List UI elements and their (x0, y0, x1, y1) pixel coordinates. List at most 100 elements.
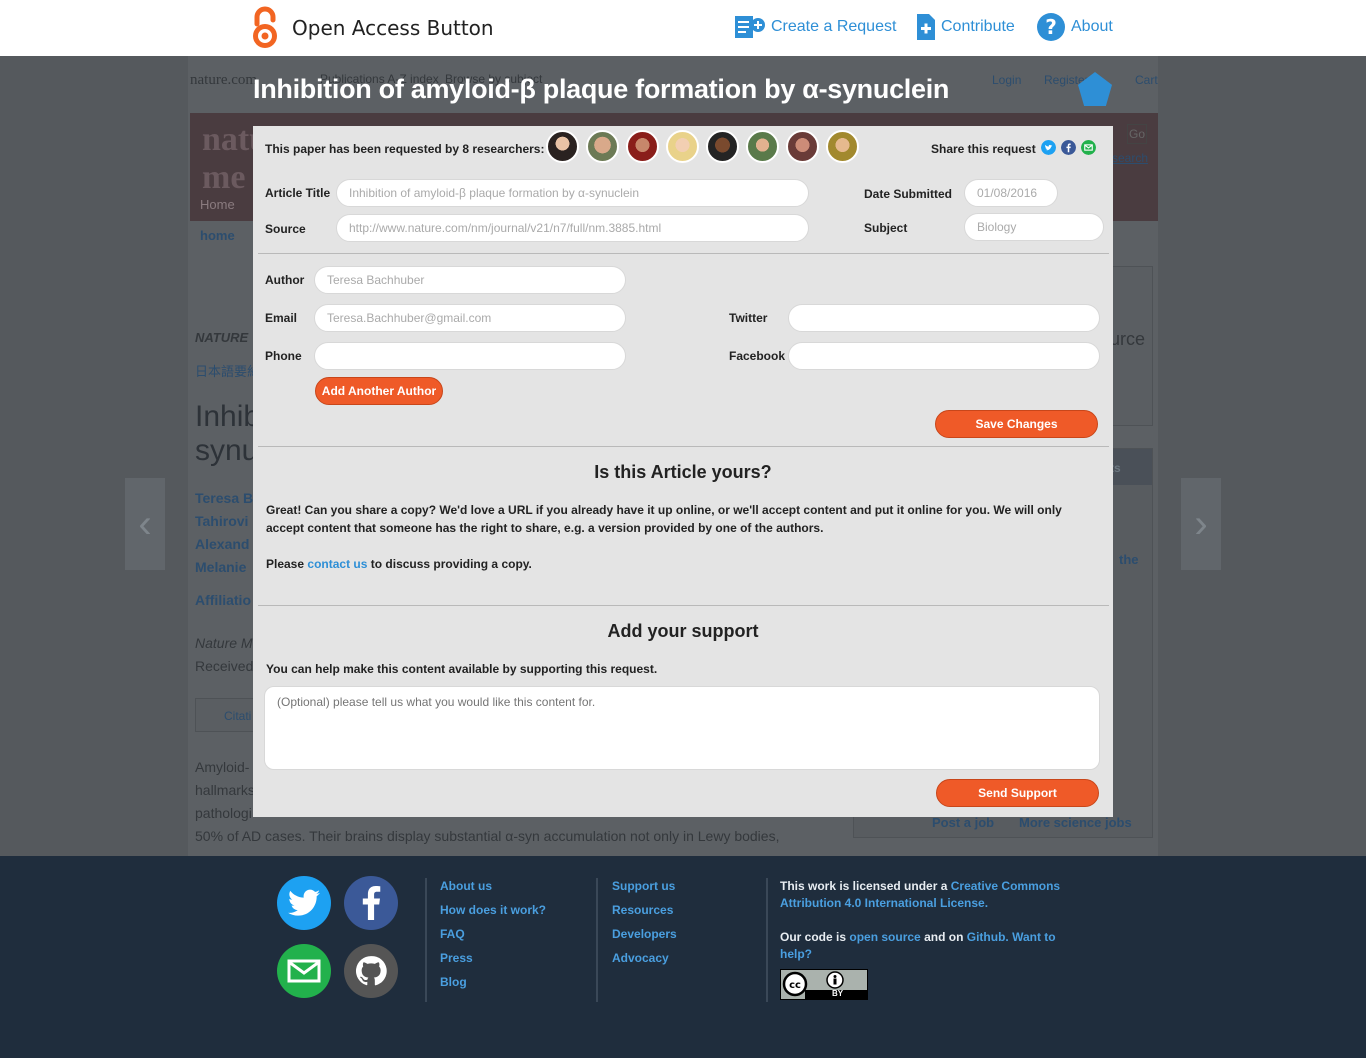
please-text: Please (266, 557, 305, 571)
footer: About us How does it work? FAQ Press Blo… (0, 856, 1366, 1058)
author-label: Author (265, 273, 305, 287)
github-icon[interactable] (344, 944, 398, 998)
requested-by-text: This paper has been requested by 8 resea… (265, 142, 545, 156)
bg-received: Received (195, 658, 254, 674)
article-title-input[interactable] (336, 179, 809, 207)
open-access-lock-icon (253, 6, 277, 48)
cc-by-badge[interactable]: cc BY (780, 969, 868, 1000)
bg-prev-arrow: ‹ (125, 478, 165, 570)
email-label: Email (265, 311, 298, 325)
brand-logo[interactable]: Open Access Button (250, 4, 494, 52)
twitter-icon[interactable] (277, 876, 331, 930)
researcher-avatar-7[interactable] (786, 130, 819, 163)
bg-abstract-4: 50% of AD cases. Their brains display su… (195, 828, 780, 844)
bg-abstract-3: pathologi (195, 805, 252, 821)
twitter-input[interactable] (788, 304, 1100, 332)
svg-text:?: ? (1045, 15, 1057, 39)
bg-search-go: Go (1127, 124, 1147, 144)
github-link[interactable]: Github. (967, 930, 1009, 944)
bg-affiliations: Affiliatio (195, 592, 251, 608)
twitter-share-icon[interactable] (1041, 140, 1056, 155)
email-share-icon[interactable] (1081, 140, 1096, 155)
researcher-avatar-3[interactable] (626, 130, 659, 163)
about-link[interactable]: ? About (1036, 12, 1113, 42)
bg-journal-label: NATURE (195, 330, 249, 345)
phone-input[interactable] (314, 342, 626, 370)
article-heading: Inhibition of amyloid-β plaque formation… (253, 74, 950, 104)
contact-suffix-text: to discuss providing a copy. (370, 557, 532, 571)
support-reason-textarea[interactable] (264, 686, 1100, 770)
subject-label: Subject (864, 221, 908, 235)
footer-links-col2: Support us Resources Developers Advocacy (596, 878, 677, 1002)
footer-press-link[interactable]: Press (440, 950, 546, 966)
footer-about-link[interactable]: About us (440, 878, 546, 894)
twitter-label: Twitter (729, 311, 768, 325)
bg-cart: Cart (1135, 73, 1158, 87)
subject-input[interactable] (964, 213, 1104, 241)
bg-title-2: synu (195, 434, 259, 467)
support-section-title: Add your support (607, 621, 759, 641)
researcher-avatar-5[interactable] (706, 130, 739, 163)
bg-japanese-link: 日本語要約 (195, 364, 261, 379)
email-icon[interactable] (277, 944, 331, 998)
create-request-link[interactable]: Create a Request (734, 12, 896, 42)
email-input[interactable] (314, 304, 626, 332)
author-input[interactable] (314, 266, 626, 294)
article-title-label: Article Title (265, 186, 331, 200)
facebook-input[interactable] (788, 342, 1100, 370)
footer-developers-link[interactable]: Developers (612, 926, 677, 942)
contact-line: Please contact us to discuss providing a… (266, 555, 1096, 573)
bg-next-arrow: › (1181, 478, 1221, 570)
date-submitted-input[interactable] (964, 179, 1058, 207)
bg-journal-line: Nature M (195, 635, 253, 651)
source-input[interactable] (336, 214, 809, 242)
bg-author-3: Alexand (195, 536, 250, 552)
footer-links-col1: About us How does it work? FAQ Press Blo… (425, 878, 546, 1002)
brand-name: Open Access Button (292, 16, 494, 40)
bg-author-2: Tahirovi (195, 513, 249, 529)
yours-section-title: Is this Article yours? (594, 462, 772, 482)
bg-abstract-2: hallmarks (195, 782, 255, 798)
cc-by-icon: cc (781, 970, 867, 999)
divider (258, 605, 1109, 606)
footer-faq-link[interactable]: FAQ (440, 926, 546, 942)
cc-by-label: BY (832, 989, 844, 998)
bg-author-4: Melanie (195, 559, 247, 575)
open-source-link[interactable]: open source (849, 930, 920, 944)
facebook-label: Facebook (729, 349, 786, 363)
divider (258, 446, 1109, 447)
contact-us-link[interactable]: contact us (307, 557, 367, 571)
researcher-avatar-1[interactable] (546, 130, 579, 163)
date-submitted-label: Date Submitted (864, 187, 953, 201)
researcher-avatar-4[interactable] (666, 130, 699, 163)
license-text: This work is licensed under a Creative C… (780, 879, 1061, 910)
bg-title-1: Inhib (195, 400, 261, 433)
support-section-body: You can help make this content available… (266, 662, 658, 676)
top-navbar: Open Access Button Create a Request Cont… (0, 0, 1366, 56)
bg-login: Login (992, 73, 1022, 87)
facebook-share-icon[interactable] (1061, 140, 1076, 155)
bg-breadcrumb-home: home (200, 228, 235, 243)
contribute-icon (917, 14, 935, 40)
researcher-avatar-2[interactable] (586, 130, 619, 163)
phone-label: Phone (265, 349, 302, 363)
footer-resources-link[interactable]: Resources (612, 902, 677, 918)
footer-how-link[interactable]: How does it work? (440, 902, 546, 918)
footer-support-link[interactable]: Support us (612, 878, 677, 894)
footer-advocacy-link[interactable]: Advocacy (612, 950, 677, 966)
contribute-label: Contribute (941, 18, 1015, 35)
contribute-link[interactable]: Contribute (916, 12, 1015, 42)
researcher-avatar-6[interactable] (746, 130, 779, 163)
create-request-label: Create a Request (771, 18, 897, 35)
facebook-icon[interactable] (344, 876, 398, 930)
bg-author-1: Teresa B (195, 490, 254, 506)
code-text: Our code is open source and on Github. W… (780, 930, 1056, 961)
footer-blog-link[interactable]: Blog (440, 974, 546, 990)
request-modal: This paper has been requested by 8 resea… (253, 126, 1113, 817)
save-changes-button[interactable]: Save Changes (935, 410, 1098, 438)
create-request-icon (735, 16, 765, 38)
send-support-button[interactable]: Send Support (936, 779, 1099, 807)
researcher-avatar-8[interactable] (826, 130, 859, 163)
add-author-button[interactable]: Add Another Author (315, 377, 443, 405)
source-label: Source (265, 222, 306, 236)
